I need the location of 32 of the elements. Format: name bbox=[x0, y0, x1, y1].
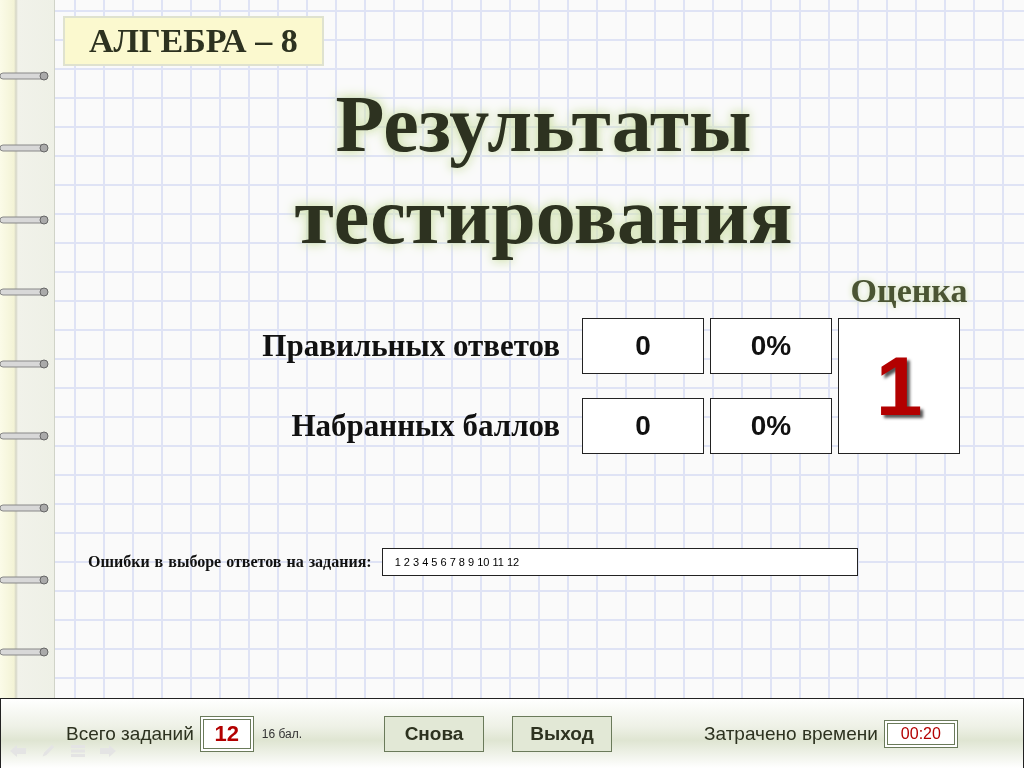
total-tasks-value: 12 bbox=[199, 715, 254, 752]
subject-label: АЛГЕБРА – 8 bbox=[63, 16, 324, 66]
action-button[interactable]: Снова bbox=[384, 715, 485, 752]
binder-ring-icon bbox=[0, 572, 50, 588]
errors-label: Ошибки в выборе ответов на задания: bbox=[88, 553, 372, 571]
list-icon[interactable] bbox=[69, 744, 87, 758]
count-value: 0 bbox=[582, 398, 704, 454]
time-value: 00:20 bbox=[883, 719, 958, 748]
count-value: 0 bbox=[582, 318, 704, 374]
right-arrow-icon[interactable] bbox=[99, 744, 117, 758]
binder-ring-icon bbox=[0, 140, 50, 156]
grade-value: 1 bbox=[838, 318, 960, 454]
grade-label: Оценка bbox=[850, 272, 968, 310]
binder-ring-icon bbox=[0, 68, 50, 84]
binder-ring-icon bbox=[0, 284, 50, 300]
binder-ring-icon bbox=[0, 428, 50, 444]
percent-value: 0% bbox=[710, 318, 832, 374]
binder-ring-icon bbox=[0, 644, 50, 660]
errors-field: 1 2 3 4 5 6 7 8 9 10 11 12 bbox=[381, 548, 858, 576]
action-button[interactable]: Выход bbox=[512, 715, 613, 752]
results-title: Результаты bbox=[335, 79, 752, 170]
binder-ring-icon bbox=[0, 356, 50, 372]
results-title: тестирования bbox=[294, 171, 793, 262]
points-label: 16 бал. bbox=[261, 726, 303, 741]
result-label: Правильных ответов bbox=[262, 328, 560, 364]
result-label: Набранных баллов bbox=[291, 408, 560, 444]
total-tasks-label: Всего заданий bbox=[66, 722, 194, 745]
time-spent-label: Затрачено времени bbox=[704, 722, 878, 745]
left-arrow-icon[interactable] bbox=[9, 744, 27, 758]
percent-value: 0% bbox=[710, 398, 832, 454]
binder-ring-icon bbox=[0, 212, 50, 228]
binder-ring-icon bbox=[0, 500, 50, 516]
